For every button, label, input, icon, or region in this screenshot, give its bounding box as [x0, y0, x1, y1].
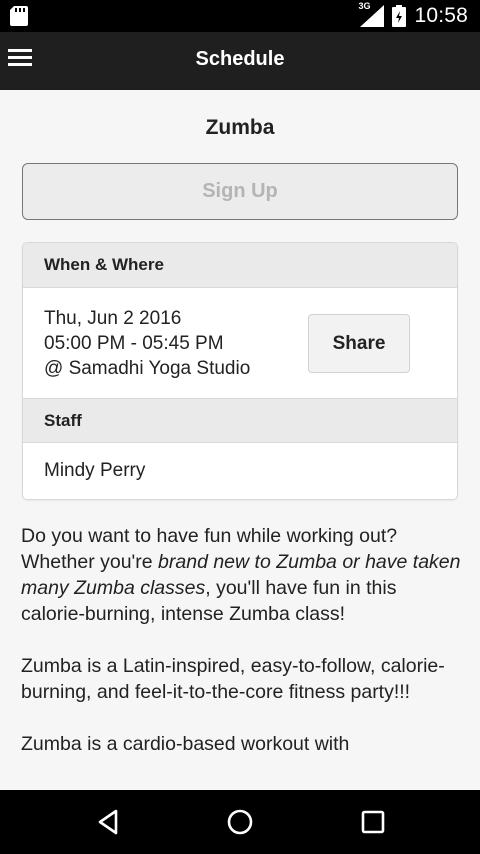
class-time: 05:00 PM - 05:45 PM — [44, 333, 224, 354]
page-title: Schedule — [195, 48, 285, 70]
sd-card-icon — [10, 6, 28, 26]
system-nav-bar — [0, 790, 480, 854]
class-detail-content[interactable]: Zumba Sign Up When & Where Thu, Jun 2 20… — [0, 90, 480, 790]
status-bar: 3G 10:58 — [0, 0, 480, 32]
description-paragraph: Do you want to have fun while working ou… — [21, 523, 461, 627]
share-button[interactable]: Share — [308, 314, 410, 373]
class-location: @ Samadhi Yoga Studio — [44, 358, 251, 379]
class-name: Zumba — [205, 116, 275, 139]
signal-icon: 3G — [358, 1, 385, 27]
recents-square-icon[interactable] — [357, 806, 389, 838]
class-description: Do you want to have fun while working ou… — [21, 523, 461, 783]
class-date: Thu, Jun 2 2016 — [44, 308, 182, 329]
when-where-details: Thu, Jun 2 2016 05:00 PM - 05:45 PM @ Sa… — [44, 306, 250, 381]
battery-icon — [392, 5, 407, 27]
home-circle-icon[interactable] — [224, 806, 256, 838]
app-bar: Schedule — [0, 32, 480, 90]
sign-up-button[interactable]: Sign Up — [22, 163, 458, 220]
clock: 10:58 — [414, 4, 468, 27]
staff-header: Staff — [23, 399, 457, 443]
staff-name[interactable]: Mindy Perry — [23, 443, 457, 499]
back-triangle-icon[interactable] — [92, 806, 124, 838]
status-indicators: 3G 10:58 — [358, 0, 468, 32]
when-where-header: When & Where — [23, 243, 457, 288]
when-where-section: Thu, Jun 2 2016 05:00 PM - 05:45 PM @ Sa… — [23, 288, 457, 399]
class-info-card: When & Where Thu, Jun 2 2016 05:00 PM - … — [22, 242, 458, 500]
description-paragraph: Zumba is a cardio-based workout with — [21, 733, 350, 755]
network-type-label: 3G — [358, 1, 371, 11]
description-paragraph: Zumba is a Latin-inspired, easy-to-follo… — [21, 655, 445, 703]
